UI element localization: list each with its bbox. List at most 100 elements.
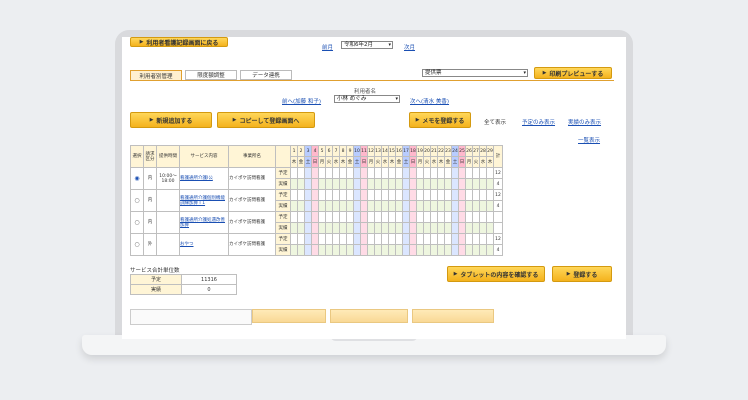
radio-icon[interactable]: ○ [134,219,139,226]
day-cell[interactable] [458,189,466,201]
day-cell[interactable] [465,167,473,179]
day-cell[interactable] [402,222,410,234]
day-cell[interactable] [409,189,417,201]
day-cell[interactable] [465,200,473,212]
day-cell[interactable] [353,200,361,212]
day-cell[interactable] [444,167,452,179]
day-cell[interactable] [339,244,347,256]
day-cell[interactable] [458,244,466,256]
day-cell[interactable] [311,167,319,179]
day-cell[interactable] [458,222,466,234]
day-cell[interactable] [374,189,382,201]
day-cell[interactable] [430,200,438,212]
radio-icon[interactable]: ○ [134,241,139,248]
day-cell[interactable] [409,178,417,190]
day-cell[interactable] [374,178,382,190]
day-cell[interactable] [325,222,333,234]
day-cell[interactable] [304,244,312,256]
add-new-button[interactable]: ▶ 新規追加する [130,112,212,128]
day-cell[interactable] [402,211,410,223]
tab-limit-adjustment[interactable]: 限度額調整 [185,70,237,80]
day-cell[interactable] [290,233,298,245]
day-cell[interactable] [304,233,312,245]
day-cell[interactable] [444,244,452,256]
day-cell[interactable] [297,211,305,223]
day-cell[interactable] [430,178,438,190]
day-cell[interactable] [346,200,354,212]
day-cell[interactable] [472,244,480,256]
day-cell[interactable] [381,211,389,223]
day-cell[interactable] [437,200,445,212]
day-cell[interactable] [367,244,375,256]
day-cell[interactable] [297,222,305,234]
day-cell[interactable] [465,222,473,234]
day-cell[interactable] [458,178,466,190]
day-cell[interactable] [311,189,319,201]
day-cell[interactable] [486,189,494,201]
day-cell[interactable] [339,189,347,201]
day-cell[interactable] [367,200,375,212]
day-cell[interactable] [458,200,466,212]
day-cell[interactable] [451,178,459,190]
day-cell[interactable] [381,244,389,256]
day-cell[interactable] [486,200,494,212]
day-cell[interactable] [472,178,480,190]
day-cell[interactable] [304,211,312,223]
day-cell[interactable] [339,211,347,223]
day-cell[interactable] [402,167,410,179]
day-cell[interactable] [290,189,298,201]
plan-only-link[interactable]: 予定のみ表示 [522,118,555,126]
day-cell[interactable] [353,189,361,201]
print-preview-button[interactable]: ▶ 印刷プレビューする [534,67,612,79]
day-cell[interactable] [311,178,319,190]
day-cell[interactable] [430,244,438,256]
day-cell[interactable] [416,211,424,223]
day-cell[interactable] [346,244,354,256]
day-cell[interactable] [381,178,389,190]
day-cell[interactable] [297,189,305,201]
day-cell[interactable] [311,233,319,245]
day-cell[interactable] [325,244,333,256]
day-cell[interactable] [451,244,459,256]
day-cell[interactable] [360,233,368,245]
day-cell[interactable] [374,211,382,223]
day-cell[interactable] [423,178,431,190]
day-cell[interactable] [360,167,368,179]
day-cell[interactable] [395,189,403,201]
day-cell[interactable] [332,178,340,190]
user-select[interactable]: 小林 めぐみ ▾ [334,95,400,103]
day-cell[interactable] [318,178,326,190]
list-view-link[interactable]: 一覧表示 [578,136,600,144]
day-cell[interactable] [472,189,480,201]
day-cell[interactable] [416,200,424,212]
day-cell[interactable] [318,233,326,245]
day-cell[interactable] [416,222,424,234]
day-cell[interactable] [388,222,396,234]
day-cell[interactable] [360,211,368,223]
day-cell[interactable] [444,178,452,190]
day-cell[interactable] [353,222,361,234]
day-cell[interactable] [465,211,473,223]
day-cell[interactable] [311,211,319,223]
day-cell[interactable] [486,244,494,256]
day-cell[interactable] [409,167,417,179]
day-cell[interactable] [325,200,333,212]
day-cell[interactable] [332,189,340,201]
day-cell[interactable] [395,244,403,256]
day-cell[interactable] [479,233,487,245]
day-cell[interactable] [395,222,403,234]
day-cell[interactable] [304,200,312,212]
day-cell[interactable] [486,211,494,223]
day-cell[interactable] [304,178,312,190]
day-cell[interactable] [332,233,340,245]
day-cell[interactable] [304,189,312,201]
day-cell[interactable] [423,233,431,245]
day-cell[interactable] [430,233,438,245]
day-cell[interactable] [297,233,305,245]
day-cell[interactable] [388,200,396,212]
day-cell[interactable] [388,189,396,201]
day-cell[interactable] [479,200,487,212]
day-cell[interactable] [416,233,424,245]
radio-selected-icon[interactable]: ◉ [134,175,139,182]
next-user-link[interactable]: 次へ(清水 美香) [410,97,449,105]
